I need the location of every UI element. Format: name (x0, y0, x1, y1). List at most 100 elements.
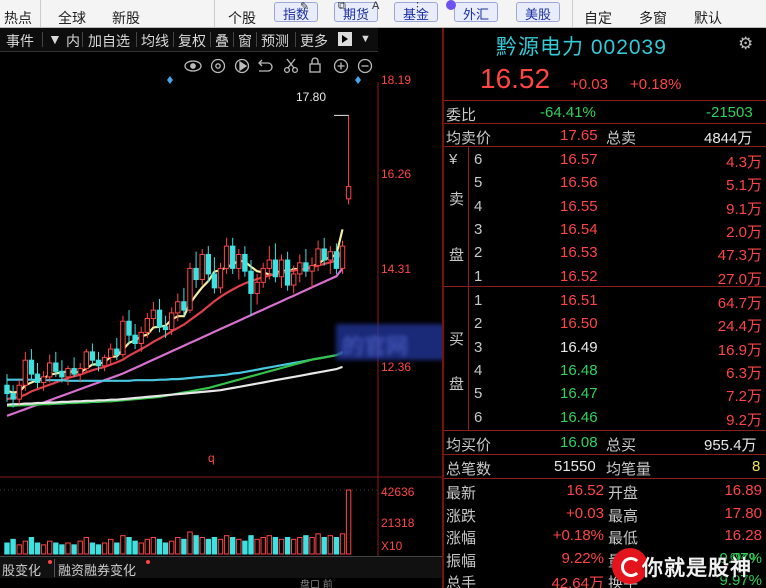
toolbar-custom[interactable]: 自定 (584, 8, 612, 28)
kline-chart[interactable]: 18.19 16.26 14.31 12.36 42636 21318 X10 … (0, 52, 446, 562)
toolbar-forex[interactable]: 外汇 (454, 2, 499, 22)
tool-moving-average[interactable]: 均线 (141, 31, 169, 51)
order-volume: 9.1万 (726, 200, 762, 218)
order-row[interactable]: 2 16.50 24.4万 (444, 314, 766, 336)
order-price: 16.52 (560, 267, 598, 285)
gear-icon[interactable]: ⚙ (738, 34, 753, 54)
tool-overlay[interactable]: 叠 (215, 31, 229, 51)
undo-icon[interactable] (258, 59, 273, 72)
volume-bar (132, 540, 138, 555)
divider (444, 286, 766, 287)
divider (572, 0, 573, 27)
tool-add-watchlist[interactable]: 加自选 (88, 31, 130, 51)
tool-inner[interactable]: 内 (66, 31, 80, 51)
toolbar-default[interactable]: 默认 (694, 8, 722, 28)
avg-sell-row: 均卖价 17.65 总卖 4844万 (446, 127, 753, 147)
toolbar-new-stock[interactable]: 新股 (112, 8, 140, 28)
tool-event[interactable]: 事件 (6, 31, 34, 51)
toolbar-stock[interactable]: 个股 (228, 8, 256, 28)
volume-axis-label: X10 (381, 539, 403, 553)
volume-bar (284, 537, 291, 555)
volume-bar (303, 535, 309, 555)
play-icon[interactable] (338, 32, 352, 46)
zoom-out-icon[interactable] (357, 58, 373, 74)
order-row[interactable]: 1 16.52 27.0万 (444, 267, 766, 288)
capture-icon[interactable] (210, 58, 226, 74)
chevron-down-icon[interactable]: ▼ (360, 33, 371, 45)
event-marker-icon[interactable] (167, 76, 173, 84)
price-change: +0.03 (570, 76, 608, 93)
order-row[interactable]: 6 16.46 9.2万 (444, 408, 766, 429)
order-level: 2 (474, 244, 483, 262)
play-circle-icon[interactable] (234, 58, 250, 74)
candle-body (169, 312, 175, 331)
order-row[interactable]: 1 16.51 64.7万 (444, 291, 766, 312)
order-level: 1 (474, 267, 483, 285)
toolbar-global[interactable]: 全球 (58, 8, 86, 28)
translate-icon[interactable]: A (372, 0, 379, 12)
volume-axis-label: 21318 (381, 516, 415, 530)
candle-body (65, 368, 71, 378)
candle-body (260, 267, 266, 283)
order-row[interactable]: 5 16.56 5.1万 (444, 173, 766, 194)
toolbar-multi-window[interactable]: 多窗 (639, 8, 667, 28)
order-price: 16.54 (560, 220, 598, 238)
volume-bar (53, 542, 59, 555)
toolbar-index[interactable]: 指数 (274, 2, 319, 22)
volume-bar (101, 542, 108, 555)
toolbar-us-stock[interactable]: 美股 (516, 2, 561, 22)
tab-shareholder-change[interactable]: 股变化 (2, 560, 41, 579)
tool-intraday[interactable]: ▼ (48, 31, 62, 47)
candle-body (333, 251, 340, 269)
order-row[interactable]: 4 16.48 6.3万 (444, 361, 766, 382)
order-price: 16.47 (560, 385, 598, 403)
candle-body (315, 248, 321, 267)
order-row[interactable]: 4 16.55 9.1万 (444, 197, 766, 218)
order-row[interactable]: 3 16.49 16.9万 (444, 338, 766, 359)
candle-body (53, 362, 59, 372)
candle-body (291, 273, 297, 286)
candle-body (205, 253, 212, 275)
candle-body (230, 245, 236, 269)
eye-icon[interactable] (184, 60, 202, 72)
order-level: 4 (474, 361, 483, 379)
tab-margin-change[interactable]: 融资融券变化 (58, 560, 136, 579)
lock-icon[interactable] (309, 57, 321, 73)
tool-more[interactable]: 更多 (300, 31, 328, 51)
price-axis-label: 14.31 (381, 262, 411, 276)
order-row[interactable]: 3 16.54 2.0万 (444, 220, 766, 241)
candle-body (144, 317, 151, 333)
order-price: 16.49 (560, 338, 598, 356)
event-marker-icon[interactable] (355, 76, 361, 84)
order-row[interactable]: 5 16.47 7.2万 (444, 384, 766, 405)
volume-bar (77, 540, 83, 555)
order-price: 16.51 (560, 292, 598, 309)
order-row[interactable]: 2 16.53 47.3万 (444, 243, 766, 264)
candle-body (223, 245, 230, 269)
watermark-logo: 你就是股神 (612, 546, 766, 588)
price-axis-label: 18.19 (381, 73, 411, 87)
stat-label: 总手 (446, 575, 477, 588)
volume-bar (34, 542, 41, 555)
toolbar-hotspot[interactable]: 热点 (4, 8, 32, 28)
scissors-icon[interactable] (283, 58, 299, 74)
volume-bar (339, 533, 346, 555)
zoom-in-icon[interactable] (333, 58, 349, 74)
pen-icon[interactable]: ✎ (300, 0, 309, 13)
order-row[interactable]: 6 16.57 4.3万 (444, 150, 766, 171)
copy-icon[interactable]: ⧉ (338, 0, 346, 13)
volume-bars (4, 489, 352, 555)
order-volume: 24.4万 (717, 318, 762, 336)
candle-body (22, 359, 29, 386)
tool-window[interactable]: 窗 (238, 31, 252, 51)
volume-bar (169, 540, 175, 555)
order-volume: 64.7万 (717, 295, 762, 312)
candle-body (339, 245, 346, 269)
assistant-icon[interactable] (446, 0, 456, 10)
moving-averages (6, 229, 344, 417)
more-icon[interactable]: ⋮ (412, 0, 423, 13)
tool-forecast[interactable]: 预测 (261, 31, 289, 51)
tool-adjust[interactable]: 复权 (178, 31, 206, 51)
divider (42, 32, 43, 47)
chart-svg[interactable]: 18.19 16.26 14.31 12.36 42636 21318 X10 … (0, 52, 442, 556)
